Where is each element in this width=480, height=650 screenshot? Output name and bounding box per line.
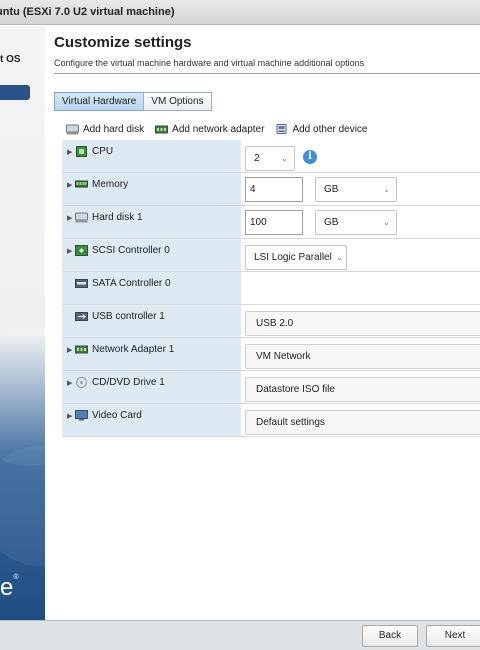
add-hard-disk-button[interactable]: Add hard disk bbox=[66, 124, 144, 135]
cpu-count-select[interactable]: 2 ⌄ bbox=[245, 146, 295, 171]
wizard-footer: Back Next bbox=[0, 620, 480, 650]
device-label: Network Adapter 1 bbox=[92, 344, 175, 355]
tab-vm-options[interactable]: VM Options bbox=[143, 92, 212, 111]
network-select-field[interactable]: VM Network bbox=[245, 344, 480, 369]
device-row-sata-controller: SATA Controller 0 bbox=[62, 272, 480, 305]
video-settings-field[interactable]: Default settings bbox=[245, 410, 480, 435]
expand-arrow-icon[interactable]: ▶ bbox=[67, 412, 72, 420]
memory-icon bbox=[75, 179, 88, 190]
expand-arrow-icon[interactable]: ▶ bbox=[67, 247, 72, 255]
device-row-hard-disk: ▶ Hard disk 1 100 GB ⌄ bbox=[62, 206, 480, 239]
wizard-step-active-indicator[interactable] bbox=[0, 85, 30, 100]
cd-dvd-icon bbox=[75, 377, 88, 388]
hardware-toolbar: Add hard disk Add network adapter Add ot… bbox=[66, 122, 379, 136]
other-device-icon bbox=[275, 123, 288, 135]
hard-disk-icon bbox=[75, 212, 88, 223]
network-adapter-icon bbox=[155, 124, 169, 135]
chevron-down-icon: ⌄ bbox=[383, 185, 390, 194]
device-label: SCSI Controller 0 bbox=[92, 245, 170, 256]
device-label: CD/DVD Drive 1 bbox=[92, 377, 165, 388]
scsi-type-select[interactable]: LSI Logic Parallel ⌄ bbox=[245, 245, 347, 270]
network-adapter-icon bbox=[75, 344, 88, 355]
device-row-cpu: ▶ CPU 2 ⌄ i bbox=[62, 140, 480, 173]
expand-arrow-icon[interactable]: ▶ bbox=[67, 214, 72, 222]
device-row-cd-dvd-drive: ▶ CD/DVD Drive 1 Datastore ISO file bbox=[62, 371, 480, 404]
expand-arrow-icon[interactable]: ▶ bbox=[67, 346, 72, 354]
next-button[interactable]: Next bbox=[426, 625, 480, 647]
add-other-device-button[interactable]: Add other device bbox=[275, 123, 368, 135]
chevron-down-icon: ⌄ bbox=[336, 253, 343, 262]
usb-controller-icon bbox=[75, 311, 88, 322]
info-icon[interactable]: i bbox=[303, 150, 317, 164]
window-title: untu (ESXi 7.0 U2 virtual machine) bbox=[0, 6, 175, 18]
device-row-usb-controller: USB controller 1 USB 2.0 bbox=[62, 305, 480, 338]
hard-disk-unit-select[interactable]: GB ⌄ bbox=[315, 210, 397, 235]
window-title-bar: untu (ESXi 7.0 U2 virtual machine) bbox=[0, 0, 480, 25]
add-network-adapter-label: Add network adapter bbox=[172, 123, 265, 135]
expand-arrow-icon[interactable]: ▶ bbox=[67, 181, 72, 189]
device-label: USB controller 1 bbox=[92, 311, 165, 322]
chevron-down-icon: ⌄ bbox=[383, 218, 390, 227]
divider bbox=[54, 73, 480, 74]
device-row-video-card: ▶ Video Card Default settings bbox=[62, 404, 480, 437]
add-network-adapter-button[interactable]: Add network adapter bbox=[155, 124, 264, 135]
vmware-logo: e® bbox=[0, 574, 19, 601]
hard-disk-size-input[interactable]: 100 bbox=[245, 210, 303, 235]
device-row-network-adapter: ▶ Network Adapter 1 VM Network bbox=[62, 338, 480, 371]
sidebar-decoration bbox=[0, 326, 45, 466]
cd-dvd-source-field[interactable]: Datastore ISO file bbox=[245, 377, 480, 402]
usb-version-field[interactable]: USB 2.0 bbox=[245, 311, 480, 336]
hardware-device-list: ▶ CPU 2 ⌄ i ▶ Memory 4 GB ⌄ ▶ Hard disk … bbox=[62, 140, 480, 437]
wizard-step-guest-os[interactable]: t OS bbox=[0, 54, 21, 65]
add-hard-disk-label: Add hard disk bbox=[83, 123, 145, 135]
wizard-sidebar: t OS e® bbox=[0, 26, 45, 620]
device-label: CPU bbox=[92, 146, 114, 157]
add-other-device-label: Add other device bbox=[292, 123, 368, 135]
scsi-controller-icon bbox=[75, 245, 88, 256]
back-button[interactable]: Back bbox=[362, 625, 418, 647]
device-label: Video Card bbox=[92, 410, 142, 421]
device-label: Hard disk 1 bbox=[92, 212, 143, 223]
device-label: SATA Controller 0 bbox=[92, 278, 171, 289]
tab-bar: Virtual Hardware VM Options bbox=[54, 92, 212, 111]
sata-controller-icon bbox=[75, 278, 88, 289]
chevron-down-icon: ⌄ bbox=[281, 154, 288, 163]
page-title: Customize settings bbox=[54, 34, 192, 51]
video-card-icon bbox=[75, 410, 88, 421]
hard-disk-icon bbox=[66, 124, 79, 135]
memory-size-input[interactable]: 4 bbox=[245, 177, 303, 202]
expand-arrow-icon[interactable]: ▶ bbox=[67, 148, 72, 156]
expand-arrow-icon[interactable]: ▶ bbox=[67, 379, 72, 387]
device-row-scsi-controller: ▶ SCSI Controller 0 LSI Logic Parallel ⌄ bbox=[62, 239, 480, 272]
tab-virtual-hardware[interactable]: Virtual Hardware bbox=[54, 92, 145, 111]
cpu-icon bbox=[75, 146, 88, 157]
device-row-memory: ▶ Memory 4 GB ⌄ bbox=[62, 173, 480, 206]
memory-unit-select[interactable]: GB ⌄ bbox=[315, 177, 397, 202]
page-subtitle: Configure the virtual machine hardware a… bbox=[54, 58, 365, 68]
sidebar-decoration bbox=[0, 446, 45, 566]
device-label: Memory bbox=[92, 179, 129, 190]
main-panel: Customize settings Configure the virtual… bbox=[46, 26, 480, 620]
